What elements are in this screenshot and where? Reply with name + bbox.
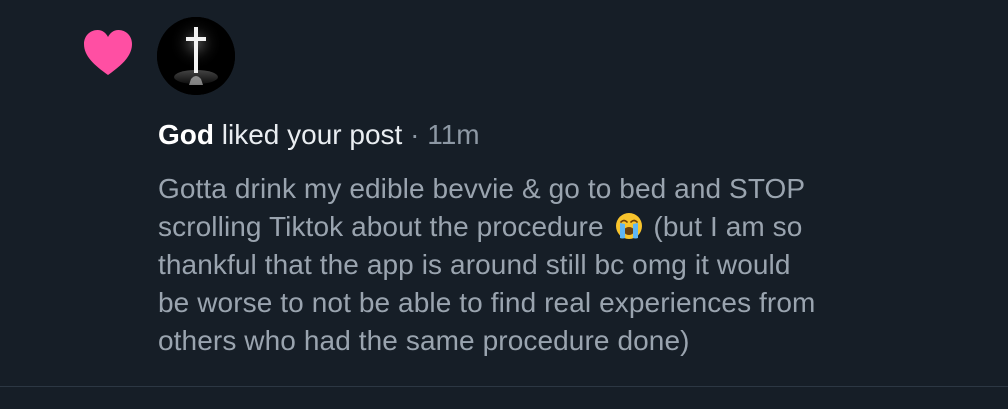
post-line: others who had the same procedure done) bbox=[158, 325, 690, 356]
action-text: liked your post bbox=[221, 119, 403, 150]
notification-headline: God liked your post · 11m bbox=[158, 116, 480, 154]
post-line: thankful that the app is around still bc… bbox=[158, 249, 791, 280]
post-line: be worse to not be able to find real exp… bbox=[158, 287, 816, 318]
post-line-part: scrolling Tiktok about the procedure bbox=[158, 211, 604, 242]
loudly-crying-face-icon bbox=[615, 213, 642, 239]
actor-name[interactable]: God bbox=[158, 119, 214, 150]
heart-icon bbox=[84, 30, 132, 75]
notification-item[interactable]: God liked your post · 11m Gotta drink my… bbox=[0, 0, 1008, 386]
post-preview-text[interactable]: Gotta drink my edible bevvie & go to bed… bbox=[158, 170, 988, 360]
timestamp: 11m bbox=[427, 119, 480, 150]
post-line-part: (but I am so bbox=[653, 211, 803, 242]
separator-dot: · bbox=[410, 119, 420, 150]
post-line: scrolling Tiktok about the procedure (bu… bbox=[158, 208, 988, 246]
cross-icon bbox=[157, 17, 235, 95]
avatar[interactable] bbox=[157, 17, 235, 95]
next-item-area bbox=[0, 387, 1008, 409]
post-line: Gotta drink my edible bevvie & go to bed… bbox=[158, 173, 806, 204]
